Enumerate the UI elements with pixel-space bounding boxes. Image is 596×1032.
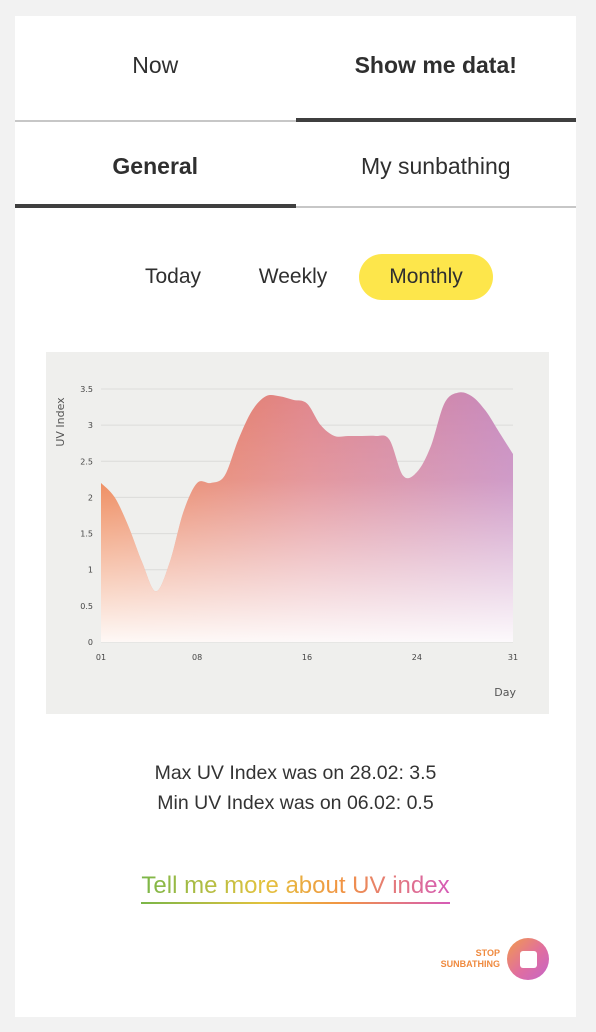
x-tick-label: 31: [508, 653, 518, 662]
period-monthly-button[interactable]: Monthly: [359, 254, 493, 300]
x-tick-label: 16: [302, 653, 312, 662]
sub-tabs: General My sunbathing: [15, 122, 576, 208]
y-tick-label: 3: [88, 421, 93, 430]
app-card: Now Show me data! General My sunbathing …: [15, 16, 576, 1017]
uv-stats: Max UV Index was on 28.02: 3.5 Min UV In…: [15, 758, 576, 818]
period-today-button[interactable]: Today: [133, 254, 213, 300]
y-tick-label: 3.5: [80, 385, 93, 394]
y-tick-label: 2.5: [80, 457, 93, 466]
uv-area-fade: [101, 392, 513, 642]
stop-square-icon: [519, 950, 537, 968]
y-axis-label: UV Index: [54, 397, 67, 447]
uv-info-link[interactable]: Tell me more about UV index: [141, 872, 450, 904]
stop-label-line1: STOP: [475, 948, 500, 958]
x-tick-label: 08: [192, 653, 202, 662]
main-tabs: Now Show me data!: [15, 16, 576, 122]
x-tick-labels: 01 08 16 24 31: [96, 653, 518, 662]
period-weekly-button[interactable]: Weekly: [247, 254, 339, 300]
stop-sunbathing-label: STOP SUNBATHING: [441, 948, 500, 970]
stop-sunbathing-button[interactable]: STOP SUNBATHING: [441, 938, 549, 980]
y-tick-labels: 0 0.5 1 1.5 2 2.5 3 3.5: [80, 385, 93, 647]
min-uv-text: Min UV Index was on 06.02: 0.5: [157, 792, 434, 814]
x-tick-label: 01: [96, 653, 106, 662]
uv-info-link-text: Tell me more about UV index: [141, 872, 450, 899]
period-selector: Today Weekly Monthly: [125, 254, 495, 300]
tab-show-me-data[interactable]: Show me data!: [295, 16, 577, 122]
tab-now[interactable]: Now: [15, 16, 296, 122]
stop-icon[interactable]: [507, 938, 549, 980]
y-tick-label: 2: [88, 493, 93, 502]
uv-chart-svg: 0 0.5 1 1.5 2 2.5 3 3.5 01 08 16 24 31 UV Index Day: [54, 385, 518, 699]
link-underline: [141, 902, 450, 904]
more-info: Tell me more about UV index: [15, 872, 576, 904]
tab-my-sunbathing[interactable]: My sunbathing: [295, 122, 577, 208]
y-tick-label: 0.5: [80, 602, 93, 611]
stop-label-line2: SUNBATHING: [440, 959, 500, 969]
max-uv-text: Max UV Index was on 28.02: 3.5: [154, 762, 437, 784]
y-tick-label: 0: [88, 638, 93, 647]
tab-general[interactable]: General: [15, 122, 296, 208]
uv-chart: 0 0.5 1 1.5 2 2.5 3 3.5 01 08 16 24 31 UV Index Day: [46, 352, 549, 714]
y-tick-label: 1: [88, 566, 93, 575]
y-tick-label: 1.5: [80, 530, 93, 539]
x-tick-label: 24: [412, 653, 422, 662]
chart-area: [101, 392, 513, 642]
x-axis-label: Day: [494, 686, 516, 699]
